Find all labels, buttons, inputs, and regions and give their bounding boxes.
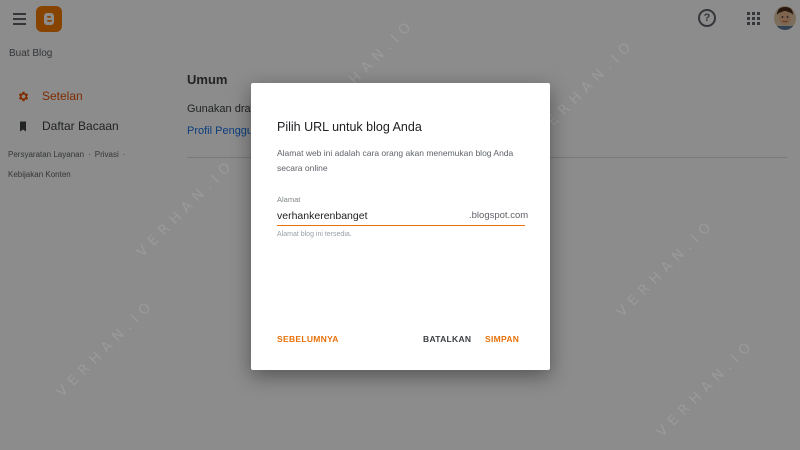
save-button[interactable]: SIMPAN bbox=[485, 332, 519, 346]
blogspot-suffix: .blogspot.com bbox=[469, 210, 529, 221]
address-field-label: Alamat bbox=[277, 195, 301, 204]
previous-button[interactable]: SEBELUMNYA bbox=[277, 332, 339, 346]
availability-helper-text: Alamat blog ini tersedia. bbox=[277, 231, 352, 238]
blog-address-input[interactable] bbox=[277, 207, 467, 225]
choose-url-dialog: Pilih URL untuk blog Anda Alamat web ini… bbox=[251, 83, 550, 370]
cancel-button[interactable]: BATALKAN bbox=[423, 332, 471, 346]
dialog-description: Alamat web ini adalah cara orang akan me… bbox=[277, 148, 514, 173]
dialog-title: Pilih URL untuk blog Anda bbox=[277, 120, 422, 134]
input-underline bbox=[277, 225, 525, 226]
